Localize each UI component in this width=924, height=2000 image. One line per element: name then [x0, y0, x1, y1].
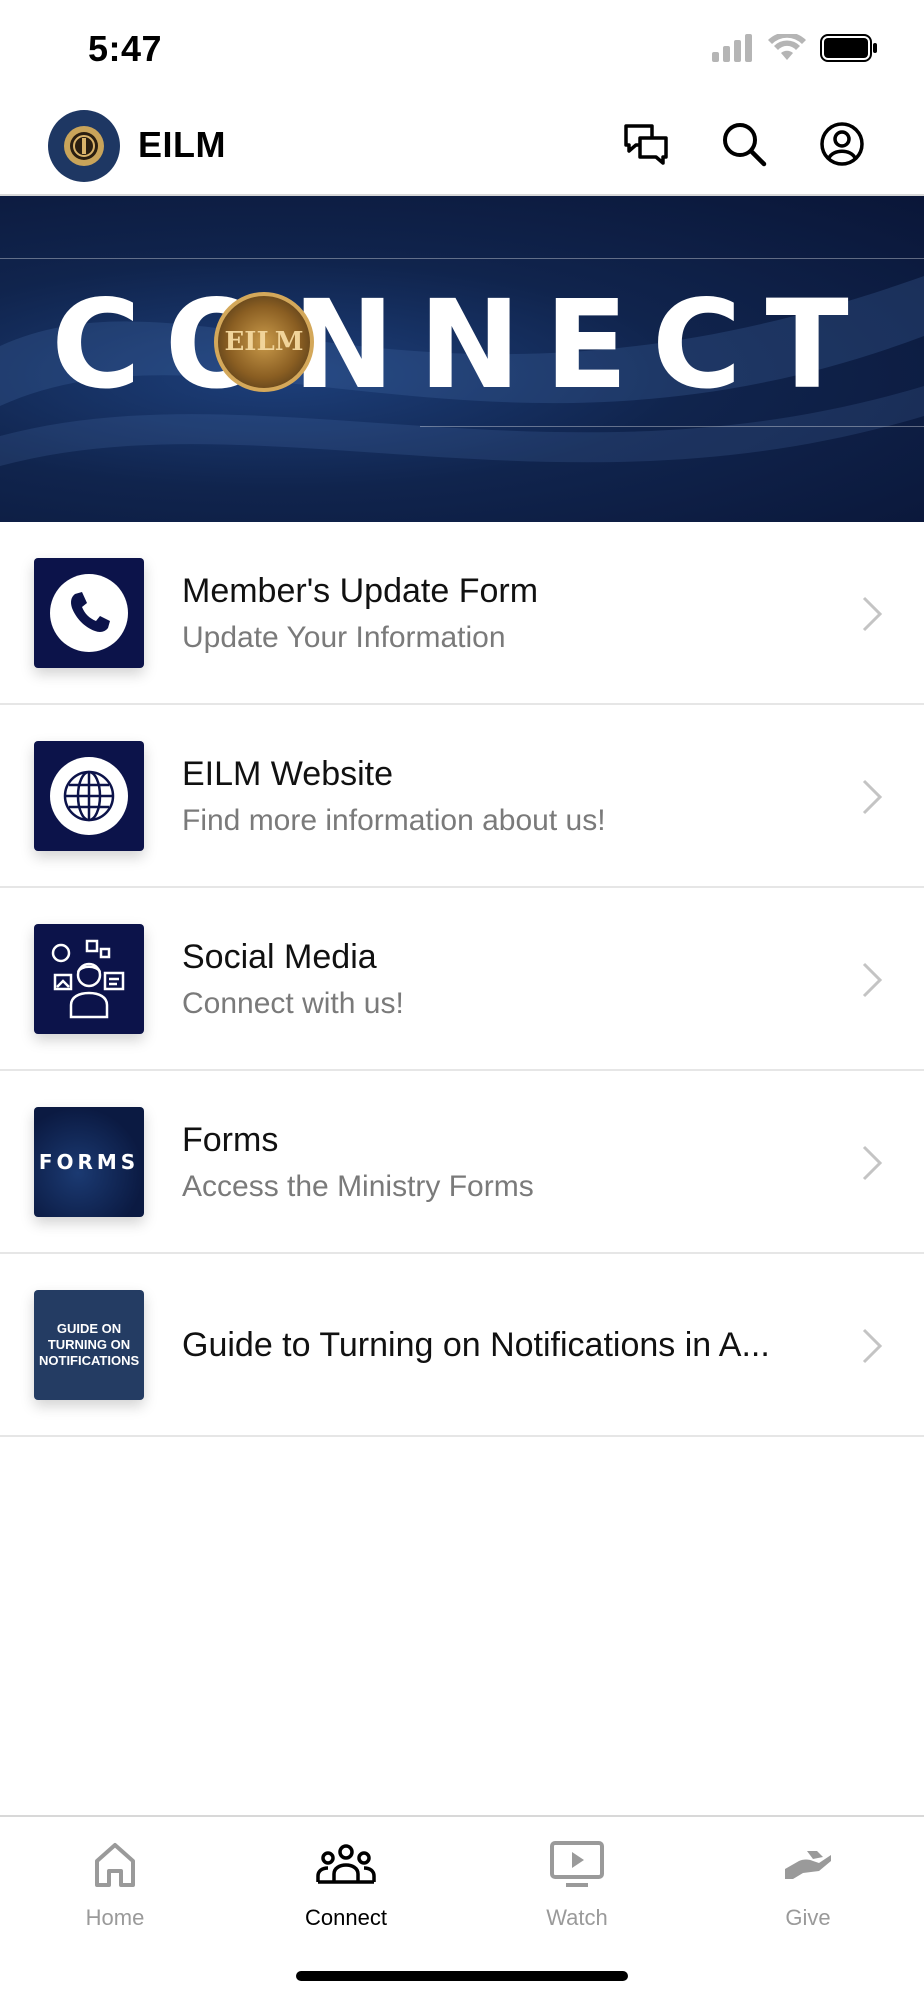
profile-icon: [820, 122, 864, 166]
list-item-social-media[interactable]: Social Media Connect with us!: [0, 888, 924, 1071]
item-thumbnail: GUIDE ON TURNING ON NOTIFICATIONS: [34, 1290, 144, 1400]
status-icons: [712, 34, 878, 62]
item-text: Guide to Turning on Notifications in A..…: [182, 1326, 834, 1365]
item-subtitle: Find more information about us!: [182, 804, 606, 837]
social-media-icon: [51, 939, 125, 1019]
tab-label: Connect: [305, 1905, 387, 1930]
tab-connect[interactable]: Connect: [266, 1837, 426, 1931]
chevron-right-icon: [862, 779, 883, 815]
header-actions: [622, 120, 866, 168]
item-title: Guide to Turning on Notifications in A..…: [182, 1326, 770, 1364]
thumb-text: FORMS: [38, 1150, 140, 1174]
tab-label: Watch: [546, 1905, 608, 1930]
search-icon: [723, 123, 767, 167]
seal-icon: [64, 126, 104, 166]
item-text: Social Media Connect with us!: [182, 938, 834, 1021]
chat-icon: [624, 124, 668, 165]
item-thumbnail: [34, 558, 144, 668]
list-item-eilm-website[interactable]: EILM Website Find more information about…: [0, 705, 924, 888]
wifi-icon: [768, 34, 806, 60]
tab-give[interactable]: Give: [728, 1837, 888, 1931]
item-text: EILM Website Find more information about…: [182, 755, 834, 838]
item-title: Member's Update Form: [182, 572, 539, 610]
banner-divider: [0, 258, 924, 259]
item-text: Forms Access the Ministry Forms: [182, 1121, 834, 1204]
banner-divider: [420, 426, 924, 427]
item-subtitle: Connect with us!: [182, 987, 404, 1020]
globe-icon: [50, 757, 128, 835]
list-item-notifications-guide[interactable]: GUIDE ON TURNING ON NOTIFICATIONS Guide …: [0, 1254, 924, 1437]
banner-title: CONNECT: [51, 274, 873, 416]
item-subtitle: Access the Ministry Forms: [182, 1170, 534, 1203]
item-thumbnail: [34, 741, 144, 851]
item-thumbnail: [34, 924, 144, 1034]
connect-banner: CONNECT EILM: [0, 196, 924, 522]
item-title: Forms: [182, 1121, 279, 1159]
tab-watch[interactable]: Watch: [497, 1837, 657, 1931]
item-thumbnail: FORMS: [34, 1107, 144, 1217]
search-button[interactable]: [720, 120, 768, 168]
item-text: Member's Update Form Update Your Informa…: [182, 572, 834, 655]
tab-label: Home: [85, 1905, 145, 1930]
play-screen-icon: [550, 1841, 604, 1887]
list-item-forms[interactable]: FORMS Forms Access the Ministry Forms: [0, 1071, 924, 1254]
people-icon: [316, 1844, 376, 1884]
banner-seal: EILM: [214, 292, 314, 392]
profile-button[interactable]: [818, 120, 866, 168]
tab-label: Give: [785, 1905, 831, 1930]
chat-button[interactable]: [622, 120, 670, 168]
app-logo[interactable]: [48, 110, 120, 182]
battery-icon: [820, 34, 877, 62]
status-bar: 5:47: [0, 0, 924, 100]
chevron-right-icon: [862, 1145, 883, 1181]
signal-icon: [712, 34, 752, 62]
tab-home[interactable]: Home: [35, 1837, 195, 1931]
phone-icon: [50, 574, 128, 652]
chevron-right-icon: [862, 962, 883, 998]
chevron-right-icon: [862, 1328, 883, 1364]
thumb-text: GUIDE ON TURNING ON NOTIFICATIONS: [39, 1321, 140, 1368]
list-item-members-update-form[interactable]: Member's Update Form Update Your Informa…: [0, 522, 924, 705]
item-title: EILM Website: [182, 755, 394, 793]
item-title: Social Media: [182, 938, 377, 976]
chevron-right-icon: [862, 596, 883, 632]
home-indicator: [296, 1971, 628, 1981]
app-title: EILM: [138, 124, 226, 165]
item-subtitle: Update Your Information: [182, 621, 506, 654]
seal-letters: EILM: [224, 327, 304, 357]
connect-list: Member's Update Form Update Your Informa…: [0, 522, 924, 1437]
app-header: EILM: [0, 100, 924, 196]
home-icon: [95, 1843, 135, 1887]
status-time: 5:47: [88, 28, 163, 69]
give-hand-icon: [785, 1851, 831, 1879]
